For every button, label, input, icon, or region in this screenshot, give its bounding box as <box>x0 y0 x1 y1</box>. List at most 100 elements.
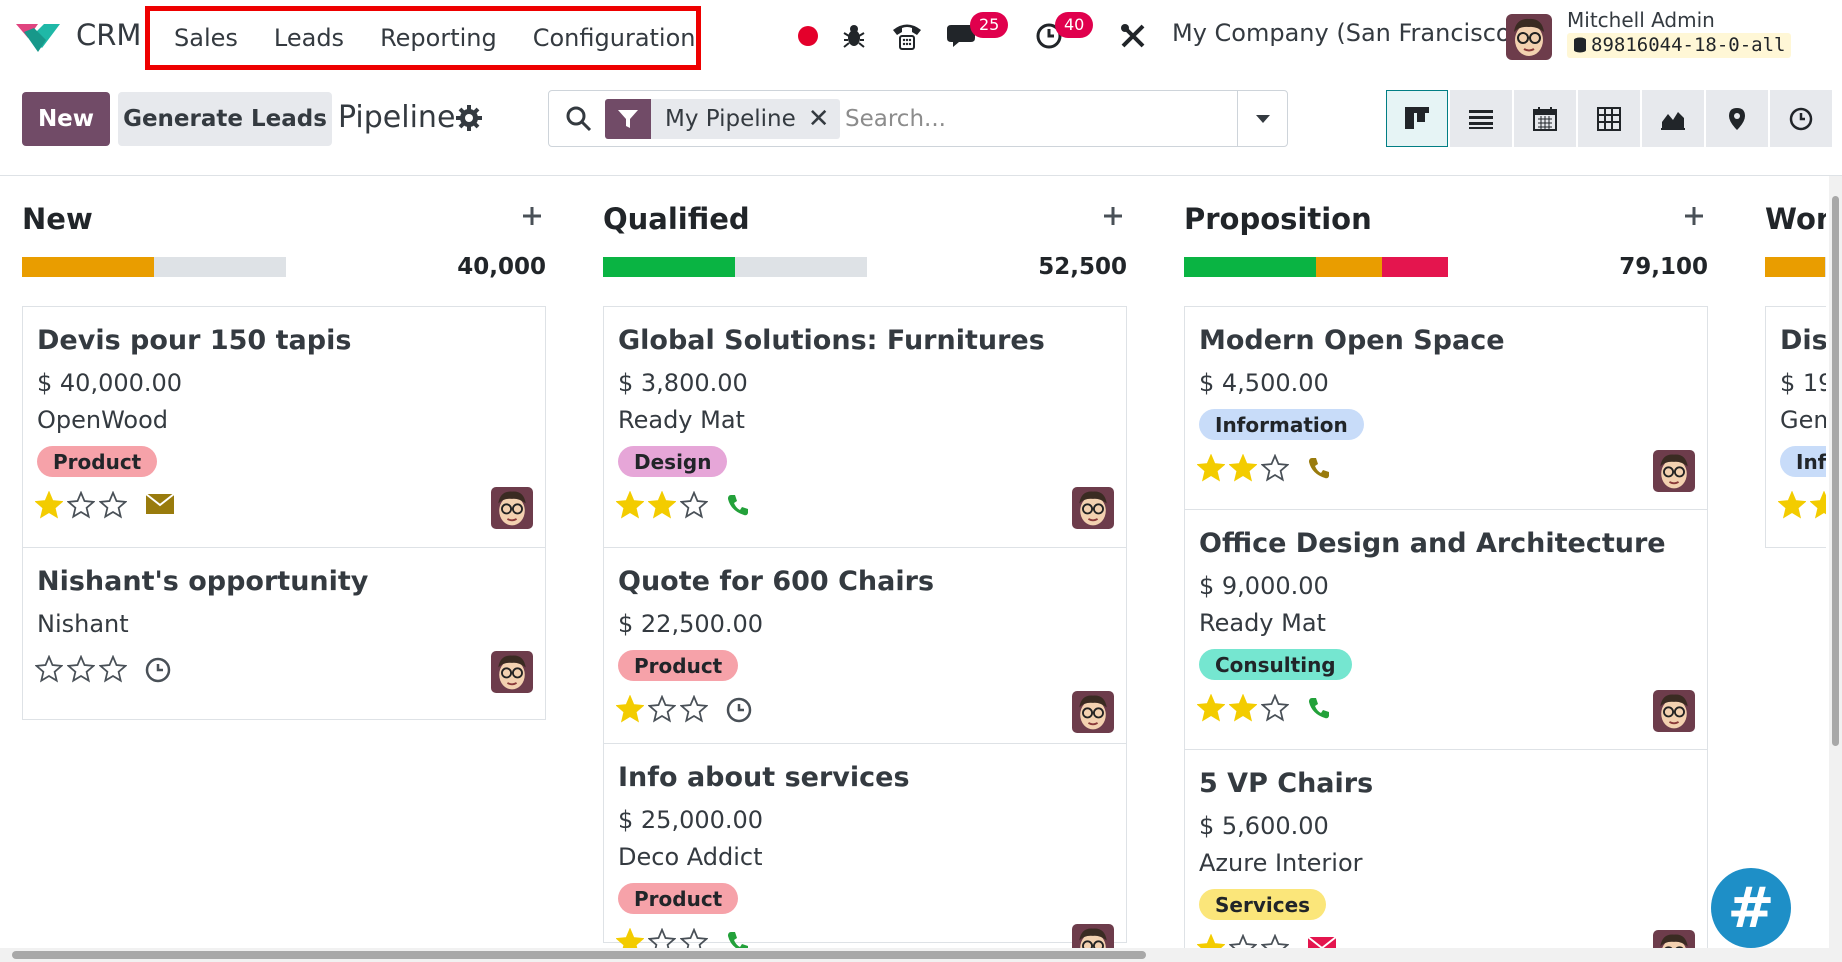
opportunity-card[interactable]: Nishant's opportunity Nishant <box>22 547 546 720</box>
star-empty-icon[interactable] <box>679 694 709 727</box>
card-title[interactable]: Modern Open Space <box>1199 325 1505 356</box>
search-icon[interactable] <box>565 105 593 133</box>
star-filled-icon[interactable] <box>1777 490 1807 523</box>
crm-logo-icon[interactable] <box>14 18 62 54</box>
clock-icon[interactable] <box>145 657 171 687</box>
priority-stars[interactable] <box>1196 453 1290 486</box>
priority-stars[interactable] <box>1196 693 1290 726</box>
progress-segment[interactable] <box>1316 257 1382 277</box>
star-empty-icon[interactable] <box>66 654 96 687</box>
salesperson-avatar[interactable] <box>1653 450 1695 492</box>
salesperson-avatar[interactable] <box>1653 930 1695 948</box>
salesperson-avatar[interactable] <box>1072 691 1114 733</box>
voip-phone-icon[interactable] <box>890 18 924 54</box>
salesperson-avatar[interactable] <box>491 487 533 529</box>
star-filled-icon[interactable] <box>615 490 645 523</box>
company-switcher[interactable]: My Company (San Francisco) <box>1172 19 1520 47</box>
pivot-view-button[interactable] <box>1578 90 1640 147</box>
phone-icon[interactable] <box>1307 456 1331 484</box>
column-progress-bar[interactable] <box>1184 257 1448 277</box>
opportunity-card[interactable]: Devis pour 150 tapis $ 40,000.00 OpenWood P… <box>22 306 546 548</box>
activity-view-button[interactable] <box>1770 90 1832 147</box>
card-title[interactable]: Info about services <box>618 762 910 793</box>
star-empty-icon[interactable] <box>1260 933 1290 948</box>
command-palette-button[interactable]: # <box>1711 868 1791 948</box>
card-title[interactable]: Dist <box>1780 325 1826 356</box>
star-filled-icon[interactable] <box>1196 453 1226 486</box>
star-empty-icon[interactable] <box>647 694 677 727</box>
graph-view-button[interactable] <box>1642 90 1704 147</box>
star-empty-icon[interactable] <box>1228 933 1258 948</box>
calendar-view-button[interactable] <box>1514 90 1576 147</box>
star-filled-icon[interactable] <box>1228 693 1258 726</box>
salesperson-avatar[interactable] <box>1653 690 1695 732</box>
star-empty-icon[interactable] <box>98 654 128 687</box>
add-card-plus-icon[interactable] <box>1682 204 1708 230</box>
star-empty-icon[interactable] <box>1260 693 1290 726</box>
progress-segment[interactable] <box>1382 257 1448 277</box>
star-filled-icon[interactable] <box>1196 693 1226 726</box>
salesperson-avatar[interactable] <box>1072 487 1114 529</box>
user-avatar[interactable] <box>1506 14 1552 60</box>
star-empty-icon[interactable] <box>98 490 128 523</box>
star-filled-icon[interactable] <box>34 490 64 523</box>
opportunity-card[interactable]: Info about services $ 25,000.00 Deco Addic… <box>603 743 1127 948</box>
progress-segment[interactable] <box>603 257 735 277</box>
opportunity-card[interactable]: 5 VP Chairs $ 5,600.00 Azure Interior Servi… <box>1184 749 1708 948</box>
star-empty-icon[interactable] <box>1260 453 1290 486</box>
column-progress-bar[interactable] <box>22 257 286 277</box>
star-empty-icon[interactable] <box>679 490 709 523</box>
priority-stars[interactable] <box>34 490 128 523</box>
user-name[interactable]: Mitchell Admin <box>1567 8 1715 32</box>
card-title[interactable]: Devis pour 150 tapis <box>37 325 351 356</box>
opportunity-card[interactable]: Office Design and Architecture $ 9,000.00… <box>1184 509 1708 750</box>
record-dot-icon[interactable] <box>795 18 821 54</box>
horizontal-scroll-thumb[interactable] <box>12 951 1146 959</box>
kanban-view-button[interactable] <box>1386 90 1448 147</box>
star-filled-icon[interactable] <box>1196 933 1226 948</box>
priority-stars[interactable] <box>615 927 709 948</box>
card-title[interactable]: Quote for 600 Chairs <box>618 566 934 597</box>
progress-segment[interactable] <box>1765 257 1825 277</box>
star-filled-icon[interactable] <box>1809 490 1826 523</box>
phone-icon[interactable] <box>726 930 750 948</box>
star-empty-icon[interactable] <box>647 927 677 948</box>
card-title[interactable]: Office Design and Architecture <box>1199 528 1666 559</box>
priority-stars[interactable] <box>1777 490 1826 523</box>
star-empty-icon[interactable] <box>679 927 709 948</box>
debug-bug-icon[interactable] <box>840 18 868 54</box>
add-card-plus-icon[interactable] <box>1101 204 1127 230</box>
settings-tools-icon[interactable] <box>1118 18 1148 54</box>
envelope-icon[interactable] <box>1307 936 1337 948</box>
clock-icon[interactable] <box>726 697 752 727</box>
card-title[interactable]: Nishant's opportunity <box>37 566 368 597</box>
column-title[interactable]: Won <box>1765 202 1826 236</box>
star-filled-icon[interactable] <box>1228 453 1258 486</box>
menu-reporting[interactable]: Reporting <box>380 24 497 52</box>
column-title[interactable]: New <box>22 202 93 236</box>
star-filled-icon[interactable] <box>615 927 645 948</box>
app-name[interactable]: CRM <box>76 18 141 52</box>
column-progress-bar[interactable] <box>603 257 867 277</box>
facet-remove-icon[interactable]: ✕ <box>808 104 840 134</box>
priority-stars[interactable] <box>1196 933 1290 948</box>
star-filled-icon[interactable] <box>647 490 677 523</box>
card-title[interactable]: Global Solutions: Furnitures <box>618 325 1045 356</box>
column-title[interactable]: Qualified <box>603 202 750 236</box>
map-view-button[interactable] <box>1706 90 1768 147</box>
star-empty-icon[interactable] <box>34 654 64 687</box>
generate-leads-button[interactable]: Generate Leads <box>118 92 332 146</box>
list-view-button[interactable] <box>1450 90 1512 147</box>
star-filled-icon[interactable] <box>615 694 645 727</box>
opportunity-card[interactable]: Quote for 600 Chairs $ 22,500.00 Product <box>603 547 1127 744</box>
search-input[interactable] <box>845 101 1225 137</box>
gear-icon[interactable] <box>456 105 482 131</box>
priority-stars[interactable] <box>615 694 709 727</box>
phone-icon[interactable] <box>726 493 750 521</box>
priority-stars[interactable] <box>34 654 128 687</box>
phone-icon[interactable] <box>1307 696 1331 724</box>
opportunity-card[interactable]: Global Solutions: Furnitures $ 3,800.00 Re… <box>603 306 1127 548</box>
menu-leads[interactable]: Leads <box>274 24 344 52</box>
menu-sales[interactable]: Sales <box>174 24 238 52</box>
envelope-icon[interactable] <box>145 493 175 519</box>
